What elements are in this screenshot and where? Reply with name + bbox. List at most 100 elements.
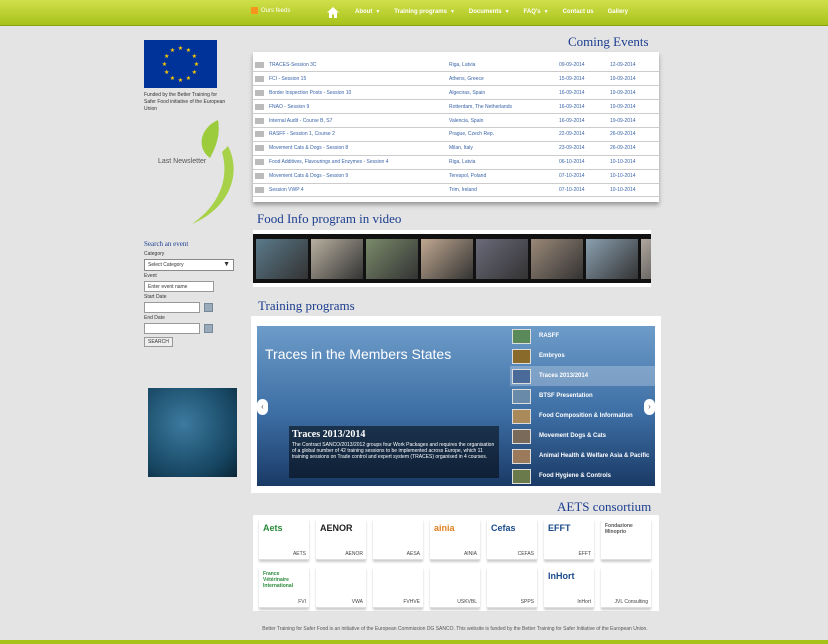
last-newsletter-link[interactable]: Last Newsletter [158, 158, 206, 165]
event-row[interactable]: Movement Cats & Dogs - Session 8 Milan, I… [253, 141, 659, 156]
partner-logo[interactable]: Cefas CEFAS [487, 519, 537, 560]
event-name[interactable]: FNAO - Session 9 [267, 99, 447, 115]
event-row[interactable]: Internal Audit - Course B, S7 Valencia, S… [253, 113, 659, 128]
consortium-title: AETS consortium [557, 499, 652, 514]
program-item[interactable]: Traces 2013/2014 [510, 366, 655, 386]
partner-logo[interactable]: AENOR AENOR [316, 519, 366, 560]
event-row[interactable]: Session VWP 4 Trim, Ireland 07-10-2014 10-1… [253, 183, 659, 198]
program-item[interactable]: RASFF [510, 326, 655, 346]
event-place: Terespol, Poland [447, 169, 557, 184]
video-thumbnail[interactable] [641, 239, 651, 279]
event-place: Trim, Ireland [447, 183, 557, 198]
partner-logo-mark: ainia [434, 523, 455, 533]
partner-logo-mark: Cefas [491, 523, 516, 533]
video-thumbnail[interactable] [311, 239, 363, 279]
event-name[interactable]: Food Additives, Flavourings and Enzymes … [267, 155, 447, 170]
search-button[interactable]: SEARCH [144, 337, 173, 347]
program-label: Animal Health & Welfare Asia & Pacific [539, 453, 650, 459]
nav-item[interactable]: FAQ's ▼ [524, 9, 549, 15]
program-item[interactable]: BTSF Presentation [510, 386, 655, 406]
star-icon: ★ [192, 53, 197, 60]
event-place: Riga, Latvia [447, 58, 557, 73]
nav-item[interactable]: Training programs ▼ [394, 9, 455, 15]
nav-item[interactable]: Gallery [608, 9, 628, 15]
event-start: 09-09-2014 [557, 58, 608, 73]
nav-item[interactable]: Contact us [563, 9, 594, 15]
chevron-down-icon: ▼ [504, 9, 510, 15]
partner-logo[interactable]: JVL Consulting [601, 567, 651, 608]
event-name[interactable]: Border Inspection Posts - Session 10 [267, 85, 447, 101]
partner-logo[interactable]: InHort InHort [544, 567, 594, 608]
event-name[interactable]: Movement Cats & Dogs - Session 9 [267, 169, 447, 184]
partner-logo-mark: Aets [263, 523, 283, 533]
partner-name: JVL Consulting [614, 599, 648, 605]
newsletter-leaf-icon[interactable] [158, 118, 242, 228]
video-thumbnail[interactable] [476, 239, 528, 279]
bullet-icon [255, 61, 264, 68]
event-start: 06-10-2014 [557, 155, 608, 170]
event-row[interactable]: RASFF - Session 1, Course 2 Prague, Czech… [253, 127, 659, 142]
event-place: Milan, Italy [447, 141, 557, 156]
partner-logo[interactable]: Aets AETS [259, 519, 309, 560]
partner-logo-mark [377, 523, 419, 547]
program-item[interactable]: Embryos [510, 346, 655, 366]
partner-name: VWA [351, 599, 363, 605]
program-item[interactable]: Food Hygiene & Controls [510, 466, 655, 486]
coming-events-panel: TRACES-Session 3C Riga, Latvia 09-09-2014 1… [253, 52, 659, 202]
calendar-icon[interactable] [204, 324, 213, 333]
star-icon: ★ [178, 45, 183, 52]
star-icon: ★ [170, 75, 175, 82]
nav-item[interactable]: Documents ▼ [469, 9, 510, 15]
video-thumbnail[interactable] [366, 239, 418, 279]
calendar-icon[interactable] [204, 303, 213, 312]
partner-logo[interactable]: ainia AINIA [430, 519, 480, 560]
partner-logo[interactable]: VWA [316, 567, 366, 608]
partner-logo[interactable]: EFFT EFFT [544, 519, 594, 560]
partner-logo[interactable]: FVHVE [373, 567, 423, 608]
partner-logo[interactable]: AESA [373, 519, 423, 560]
star-icon: ★ [162, 61, 167, 68]
event-row[interactable]: TRACES-Session 3C Riga, Latvia 09-09-2014 1… [253, 58, 659, 73]
start-date-input[interactable] [144, 302, 200, 313]
program-item[interactable]: Animal Health & Welfare Asia & Pacific [510, 446, 655, 466]
event-name[interactable]: Internal Audit - Course B, S7 [267, 113, 447, 128]
partner-name: FVHVE [403, 599, 420, 605]
event-start: 07-10-2014 [557, 183, 608, 198]
home-icon[interactable] [326, 6, 340, 19]
partner-logo-mark [605, 571, 647, 595]
end-date-input[interactable] [144, 323, 200, 334]
event-row[interactable]: Movement Cats & Dogs - Session 9 Terespol… [253, 169, 659, 184]
event-row[interactable]: FNAO - Session 9 Rotterdam, The Netherlan… [253, 99, 659, 115]
previous-slide-button[interactable]: ‹ [257, 399, 268, 415]
program-item[interactable]: Food Composition & Information [510, 406, 655, 426]
program-item[interactable]: Movement Dogs & Cats [510, 426, 655, 446]
video-thumbnail[interactable] [256, 239, 308, 279]
partner-logo[interactable]: USKVBL [430, 567, 480, 608]
video-thumbnail[interactable] [586, 239, 638, 279]
video-thumbnail[interactable] [421, 239, 473, 279]
event-name[interactable]: TRACES-Session 3C [267, 58, 447, 73]
partner-name: AESA [406, 551, 420, 557]
video-section-title: Food Info program in video [257, 211, 402, 226]
video-thumbnail[interactable] [531, 239, 583, 279]
feeds-label: Ours feeds [261, 7, 291, 14]
partner-name: AETS [292, 551, 306, 557]
event-name[interactable]: Session VWP 4 [267, 183, 447, 198]
partner-logo-mark: InHort [548, 571, 575, 581]
category-select[interactable]: Select Category ▼ [144, 259, 234, 271]
event-row[interactable]: Border Inspection Posts - Session 10 Alge… [253, 85, 659, 101]
event-row[interactable]: Food Additives, Flavourings and Enzymes … [253, 155, 659, 170]
partner-name: USKVBL [457, 599, 477, 605]
event-name[interactable]: RASFF - Session 1, Course 2 [267, 127, 447, 142]
event-search-form: Search an event Category Select Category… [144, 240, 240, 347]
event-name-input[interactable]: Enter event name [144, 281, 214, 292]
partner-logo[interactable]: France Vétérinaire International FVI [259, 567, 309, 608]
training-programs-panel: Traces in the Members States Traces 2013… [251, 316, 661, 493]
event-name[interactable]: FCI - Session 15 [267, 71, 447, 87]
nav-item[interactable]: About ▼ [355, 9, 380, 15]
partner-logo[interactable]: SPPS [487, 567, 537, 608]
rss-feeds-link[interactable]: Ours feeds [251, 7, 290, 14]
partner-logo[interactable]: Fondazione Minoprio [601, 519, 651, 560]
event-name[interactable]: Movement Cats & Dogs - Session 8 [267, 141, 447, 156]
event-row[interactable]: FCI - Session 15 Athens, Greece 15-09-2014… [253, 71, 659, 87]
